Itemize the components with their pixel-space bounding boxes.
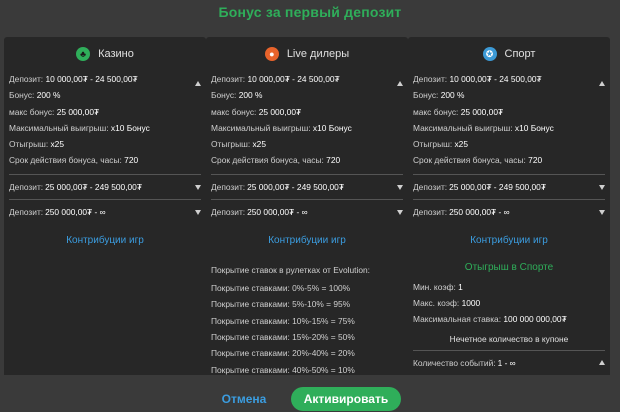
coverage-row: Покрытие ставками: 20%-40% = 20% [211, 348, 355, 359]
contributions-link[interactable]: Контрибуции игр [206, 232, 408, 250]
deposit-row: Депозит: 10 000,00₮ - 24 500,00₮ [413, 74, 542, 84]
bonus-row: Бонус: 200 % [413, 90, 465, 101]
tier2-dropdown[interactable]: Депозит: 25 000,00₮ - 249 500,00₮ [408, 175, 610, 199]
collapse-icon[interactable] [195, 81, 201, 86]
tier3-dropdown[interactable]: Депозит: 250 000,00₮ - ∞ [206, 200, 408, 224]
max-bonus-row: макс бонус: 25 000,00₮ [9, 106, 100, 117]
coverage-row: Покрытие ставками: 15%-20% = 50% [211, 331, 355, 342]
max-bonus-row: макс бонус: 25 000,00₮ [211, 106, 302, 117]
coverage-row: Покрытие ставками: 10%-15% = 75% [211, 315, 355, 326]
tier2-dropdown[interactable]: Депозит: 25 000,00₮ - 249 500,00₮ [4, 175, 206, 199]
sport-wager-title: Отыгрыш в Спорте [464, 261, 554, 273]
casino-chip-icon: ♣ [76, 47, 91, 61]
term-row: Срок действия бонуса, часы: 720 [413, 155, 543, 166]
sport-terms: Мин. коэф: 1 Макс. коэф: 1000 Максимальн… [408, 279, 610, 328]
chevron-down-icon [195, 184, 201, 190]
max-win-row: Максимальный выигрыш: x10 Бонус [413, 122, 554, 133]
activate-button[interactable]: Активировать [291, 387, 401, 411]
chevron-down-icon [195, 209, 201, 215]
bonus-row: Бонус: 200 % [211, 90, 263, 101]
column-title: Live дилеры [286, 48, 350, 60]
casino-column: ♣ Казино Депозит: 10 000,00₮ - 24 500,00… [4, 37, 206, 375]
collapse-icon[interactable] [599, 81, 605, 86]
coverage-row: Покрытие ставками: 40%-50% = 10% [211, 364, 355, 375]
tier3-dropdown[interactable]: Депозит: 250 000,00₮ - ∞ [408, 200, 610, 224]
coverage-title: Покрытие ставок в рулетках от Evolution: [211, 264, 370, 275]
events-dropdown[interactable]: Количество событий: 1 - ∞ [408, 351, 610, 375]
chevron-down-icon [599, 184, 605, 190]
wager-row: Отыгрыш: x25 [211, 139, 266, 150]
coverage-row: Покрытие ставками: 5%-10% = 95% [211, 299, 351, 310]
casino-header: ♣ Казино [4, 37, 206, 71]
chevron-down-icon [397, 184, 403, 190]
sport-ball-icon: ✪ [482, 47, 497, 61]
wager-row: Отыгрыш: x25 [413, 139, 468, 150]
tier2-dropdown[interactable]: Депозит: 25 000,00₮ - 249 500,00₮ [206, 175, 408, 199]
column-title: Казино [98, 48, 134, 60]
sport-header: ✪ Спорт [408, 37, 610, 71]
deposit-row: Депозит: 10 000,00₮ - 24 500,00₮ [211, 74, 340, 84]
deposit-row: Депозит: 10 000,00₮ - 24 500,00₮ [9, 74, 138, 84]
coverage-list: Покрытие ставок в рулетках от Evolution:… [206, 262, 408, 375]
collapse-icon[interactable] [397, 81, 403, 86]
cancel-button[interactable]: Отмена [214, 389, 274, 409]
sport-column: ✪ Спорт Депозит: 10 000,00₮ - 24 500,00₮… [408, 37, 610, 375]
odd-events-text: Нечетное количество в купоне [449, 333, 569, 344]
wager-row: Отыгрыш: x25 [9, 139, 64, 150]
contributions-link[interactable]: Контрибуции игр [408, 232, 610, 250]
contributions-link[interactable]: Контрибуции игр [4, 232, 206, 250]
tier3-dropdown[interactable]: Депозит: 250 000,00₮ - ∞ [4, 200, 206, 224]
chevron-down-icon [599, 209, 605, 215]
tier1-block[interactable]: Депозит: 10 000,00₮ - 24 500,00₮ Бонус: … [4, 71, 206, 169]
max-bet-row: Максимальная ставка: 100 000 000,00₮ [413, 314, 567, 325]
chevron-down-icon [397, 209, 403, 215]
term-row: Срок действия бонуса, часы: 720 [9, 155, 139, 166]
max-bonus-row: макс бонус: 25 000,00₮ [413, 106, 504, 117]
max-win-row: Максимальный выигрыш: x10 Бонус [211, 122, 352, 133]
coverage-row: Покрытие ставками: 0%-5% = 100% [211, 283, 351, 294]
modal-title: Бонус за первый депозит [218, 4, 402, 20]
max-coef-row: Макс. коэф: 1000 [413, 298, 481, 309]
chevron-up-icon [599, 359, 605, 365]
live-dealer-icon: ● [264, 47, 279, 61]
min-coef-row: Мин. коэф: 1 [413, 281, 463, 292]
column-title: Спорт [504, 48, 536, 60]
bonus-row: Бонус: 200 % [9, 90, 61, 101]
tier1-block[interactable]: Депозит: 10 000,00₮ - 24 500,00₮ Бонус: … [408, 71, 610, 169]
max-win-row: Максимальный выигрыш: x10 Бонус [9, 122, 150, 133]
live-dealers-header: ● Live дилеры [206, 37, 408, 71]
live-dealers-column: ● Live дилеры Депозит: 10 000,00₮ - 24 5… [206, 37, 408, 375]
tier1-block[interactable]: Депозит: 10 000,00₮ - 24 500,00₮ Бонус: … [206, 71, 408, 169]
term-row: Срок действия бонуса, часы: 720 [211, 155, 341, 166]
